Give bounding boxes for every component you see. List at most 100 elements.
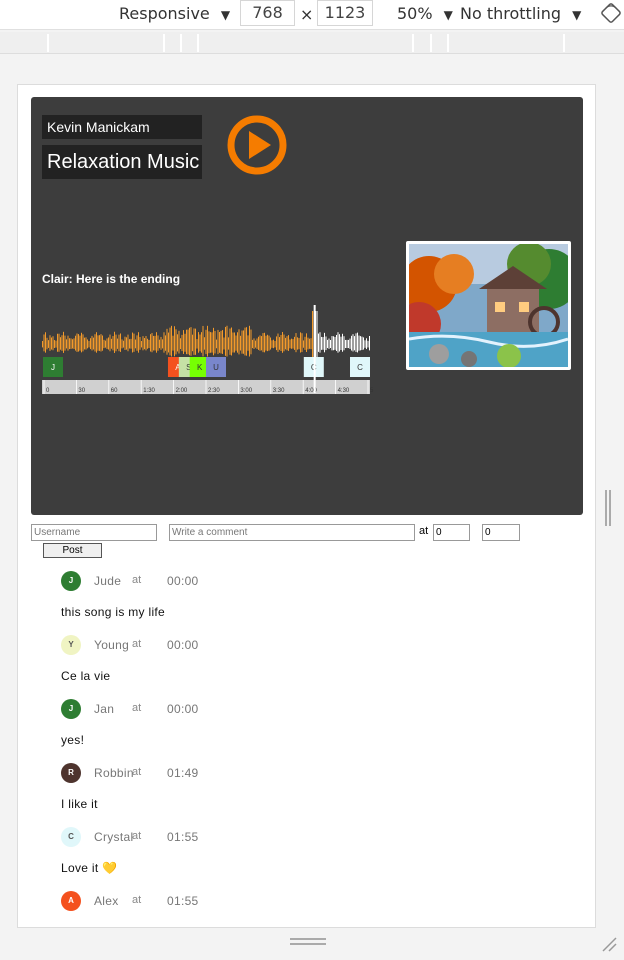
media-query-ruler[interactable]	[0, 32, 624, 54]
post-button[interactable]: Post	[43, 543, 102, 558]
waveform-bar	[366, 338, 367, 350]
throttling-select[interactable]: No throttling ▼	[460, 4, 581, 23]
waveform-bar	[46, 337, 48, 350]
avatar[interactable]: C	[61, 827, 81, 847]
username-input[interactable]: Username	[31, 524, 157, 541]
comment-time[interactable]: 00:00	[167, 638, 199, 652]
minutes-input[interactable]: 0	[433, 524, 470, 541]
waveform-bar	[240, 335, 241, 351]
comment-author[interactable]: Robbin	[94, 766, 134, 780]
waveform-bar	[102, 335, 103, 351]
waveform-bar	[321, 336, 322, 350]
timeline-tick-label: 4:00	[305, 388, 317, 394]
avatar[interactable]: A	[61, 891, 81, 911]
comment-time[interactable]: 01:55	[167, 894, 199, 908]
waveform-bar	[285, 337, 286, 350]
comment-author[interactable]: Jan	[94, 702, 114, 716]
waveform-bar	[301, 333, 303, 353]
comment-time[interactable]: 01:55	[167, 830, 199, 844]
timeline-tick-label: 60	[111, 388, 118, 394]
timeline-tick-label: 2:00	[176, 388, 188, 394]
waveform[interactable]: 0 30 60 1:30 2:00 2:30 3:00 3:30 4:00 4:30 5 JASKU…	[42, 305, 382, 395]
comment-text	[61, 919, 581, 927]
device-select[interactable]: Responsive ▼	[119, 4, 230, 23]
waveform-bar	[229, 328, 231, 355]
comment-author[interactable]: Young	[94, 638, 129, 652]
comment-marker[interactable]: C	[350, 357, 370, 377]
waveform-bar	[190, 327, 192, 356]
waveform-bar	[196, 339, 198, 349]
rotate-icon[interactable]	[600, 2, 622, 24]
resize-handle-right[interactable]	[604, 490, 612, 526]
avatar[interactable]: J	[61, 571, 81, 591]
waveform-bar	[112, 336, 114, 351]
waveform-bar	[66, 339, 67, 349]
avatar[interactable]: J	[61, 699, 81, 719]
waveform-bar	[304, 336, 306, 350]
comment-time[interactable]: 01:49	[167, 766, 199, 780]
avatar[interactable]: Y	[61, 635, 81, 655]
at-label: at	[132, 638, 142, 650]
waveform-bar	[358, 335, 360, 351]
waveform-bar	[184, 333, 186, 352]
comment-time[interactable]: 00:00	[167, 702, 199, 716]
comment-author[interactable]: Jude	[94, 574, 121, 588]
waveform-bar	[228, 337, 229, 350]
waveform-bar	[45, 332, 46, 353]
waveform-bar	[282, 331, 283, 353]
waveform-bar	[369, 336, 370, 351]
comment-marker[interactable]: U	[206, 357, 226, 377]
waveform-bar	[108, 337, 109, 350]
waveform-bar	[342, 333, 343, 352]
comment-marker[interactable]: J	[43, 357, 63, 377]
play-button[interactable]	[225, 113, 289, 177]
comment-header: J Jan at 00:00	[61, 699, 581, 727]
waveform-bar	[199, 334, 201, 352]
waveform-bar	[48, 340, 49, 348]
waveform-bar	[129, 339, 130, 349]
waveform-bar	[175, 329, 177, 355]
waveform-bar	[142, 336, 144, 351]
seconds-input[interactable]: 0	[482, 524, 520, 541]
waveform-bar	[264, 332, 265, 353]
music-player: Kevin Manickam Relaxation Music Clair: H…	[31, 97, 583, 515]
waveform-bar	[91, 335, 93, 351]
waveform-bar	[120, 333, 121, 352]
comment-input[interactable]: Write a comment	[169, 524, 415, 541]
waveform-bar	[178, 330, 180, 354]
waveform-bar	[111, 338, 112, 349]
waveform-bar	[333, 336, 334, 351]
waveform-bar	[322, 337, 324, 350]
waveform-bar	[351, 335, 352, 351]
waveform-bar	[267, 334, 268, 352]
comment-author[interactable]: Crystal	[94, 830, 133, 844]
devtools-toolbar: Responsive ▼ 768 × 1123 50% ▼ No throttl…	[0, 0, 624, 30]
waveform-bar	[90, 338, 91, 350]
zoom-select[interactable]: 50% ▼	[397, 4, 453, 23]
comment-author[interactable]: Alex	[94, 894, 119, 908]
timeline-tick-label: 30	[78, 388, 85, 394]
waveform-bar	[123, 340, 124, 348]
artist-name: Kevin Manickam	[42, 115, 202, 139]
height-input[interactable]: 1123	[317, 0, 373, 26]
waveform-bar	[147, 338, 148, 349]
timeline-tick-label: 5	[370, 388, 374, 394]
comment-header: J Jude at 00:00	[61, 571, 581, 599]
waveform-bar	[145, 336, 147, 351]
waveform-bar	[259, 335, 261, 351]
width-input[interactable]: 768	[240, 0, 295, 26]
resize-corner-icon[interactable]	[600, 935, 618, 953]
waveform-bar	[325, 336, 327, 351]
comment-time[interactable]: 00:00	[167, 574, 199, 588]
waveform-bar	[121, 339, 123, 349]
waveform-bar	[195, 328, 196, 355]
waveform-bar	[241, 330, 243, 354]
resize-handle-bottom[interactable]	[290, 938, 326, 946]
waveform-bar	[85, 337, 87, 350]
playhead[interactable]	[313, 305, 316, 393]
throttling-label: No throttling	[460, 4, 562, 23]
waveform-bar	[298, 337, 300, 350]
waveform-bar	[337, 332, 339, 353]
avatar[interactable]: R	[61, 763, 81, 783]
timeline-tick-label: 4:30	[338, 388, 350, 394]
